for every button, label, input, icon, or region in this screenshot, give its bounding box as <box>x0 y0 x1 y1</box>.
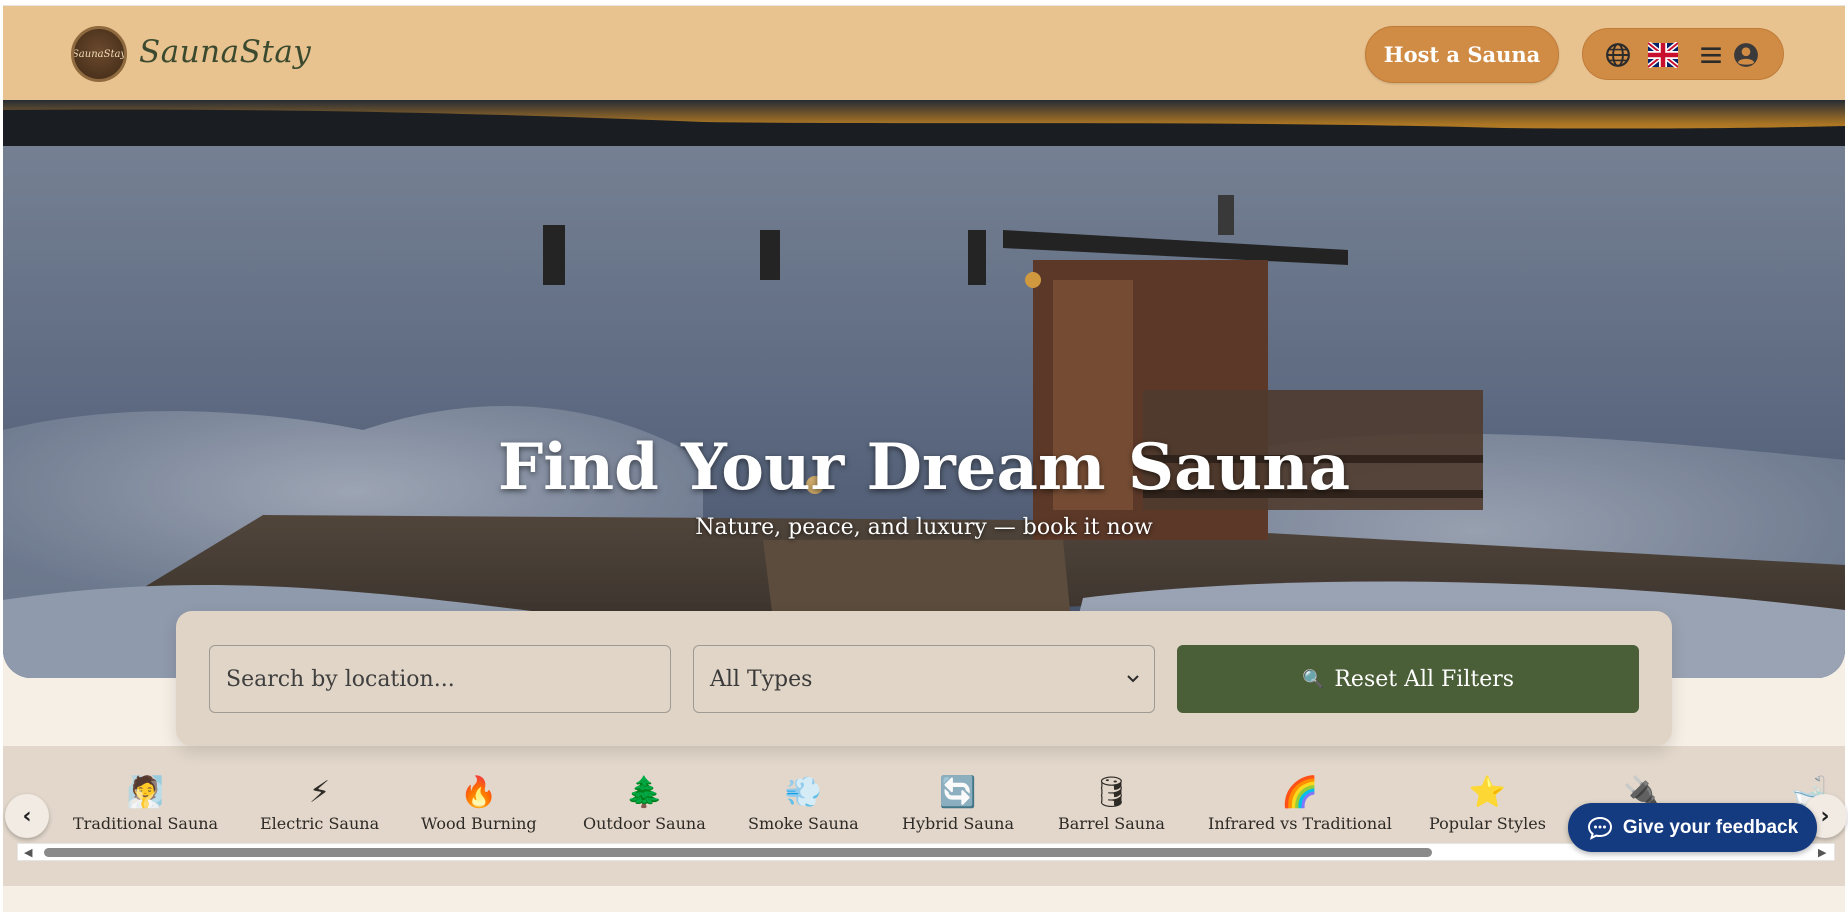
carousel-prev-button[interactable]: ‹ <box>5 794 49 838</box>
hero-subtitle: Nature, peace, and luxury — book it now <box>695 515 1153 540</box>
scroll-right-arrow-icon[interactable]: ▶ <box>1818 846 1826 859</box>
category-label: Hybrid Sauna <box>902 814 1014 833</box>
star-icon: ⭐ <box>1468 775 1507 810</box>
category-outdoor-sauna[interactable]: 🌲 Outdoor Sauna <box>583 774 706 833</box>
search-filter-panel: All Types 🔍 Reset All Filters <box>176 611 1672 746</box>
globe-icon[interactable] <box>1605 42 1631 68</box>
chevron-down-icon <box>1127 675 1139 683</box>
barrel-icon: 🛢 <box>1092 775 1131 810</box>
category-label: Smoke Sauna <box>748 814 859 833</box>
category-label: Wood Burning <box>421 814 537 833</box>
hero-title: Find Your Dream Sauna <box>497 430 1351 505</box>
brand-logo[interactable]: SaunaStay <box>71 26 127 82</box>
smoke-icon: 💨 <box>784 775 823 810</box>
fire-icon: 🔥 <box>460 775 498 810</box>
hero-banner: Find Your Dream Sauna Nature, peace, and… <box>3 100 1845 678</box>
hamburger-menu-icon[interactable] <box>1698 42 1724 68</box>
logo-text: SaunaStay <box>71 48 127 60</box>
category-popular-styles[interactable]: ⭐ Popular Styles <box>1429 774 1546 833</box>
give-feedback-button[interactable]: Give your feedback <box>1568 803 1817 852</box>
category-smoke-sauna[interactable]: 💨 Smoke Sauna <box>748 774 859 833</box>
host-a-sauna-button[interactable]: Host a Sauna <box>1365 26 1559 83</box>
cycle-icon: 🔄 <box>939 775 977 810</box>
uk-flag-icon[interactable] <box>1648 42 1678 68</box>
location-search-input[interactable] <box>226 646 670 712</box>
feedback-label: Give your feedback <box>1622 816 1799 838</box>
tree-icon: 🌲 <box>625 775 664 810</box>
reset-all-filters-button[interactable]: 🔍 Reset All Filters <box>1177 645 1639 713</box>
lightning-icon: ⚡ <box>309 775 331 810</box>
hero-background-image <box>3 100 1845 678</box>
category-electric-sauna[interactable]: ⚡ Electric Sauna <box>260 774 379 833</box>
chat-bubble-icon <box>1587 816 1612 840</box>
category-barrel-sauna[interactable]: 🛢 Barrel Sauna <box>1058 774 1165 833</box>
page: SaunaStay SaunaStay Host a Sauna Find Yo… <box>0 0 1848 912</box>
reset-filters-label: Reset All Filters <box>1334 666 1515 692</box>
search-icon: 🔍 <box>1301 668 1325 690</box>
horizontal-scrollbar[interactable]: ◀ ▶ <box>17 843 1835 861</box>
sauna-type-select[interactable]: All Types <box>693 645 1155 713</box>
category-label: Barrel Sauna <box>1058 814 1165 833</box>
sauna-type-selected-value: All Types <box>710 666 813 692</box>
category-traditional-sauna[interactable]: 🧖 Traditional Sauna <box>73 774 218 833</box>
scrollbar-thumb[interactable] <box>44 848 1432 857</box>
rainbow-icon: 🌈 <box>1281 775 1319 810</box>
category-label: Traditional Sauna <box>73 814 219 833</box>
location-search-field[interactable] <box>209 645 671 713</box>
site-header: SaunaStay SaunaStay Host a Sauna <box>3 6 1845 100</box>
category-wood-burning[interactable]: 🔥 Wood Burning <box>421 774 537 833</box>
sauna-person-icon: 🧖 <box>126 775 165 810</box>
category-label: Outdoor Sauna <box>583 814 706 833</box>
category-infrared-vs-traditional[interactable]: 🌈 Infrared vs Traditional <box>1208 774 1392 833</box>
brand-name[interactable]: SaunaStay <box>139 34 311 70</box>
page-bottom <box>3 886 1845 912</box>
category-label: Popular Styles <box>1429 814 1546 833</box>
category-hybrid-sauna[interactable]: 🔄 Hybrid Sauna <box>902 774 1014 833</box>
category-carousel: 🧖 Traditional Sauna ⚡ Electric Sauna 🔥 W… <box>3 746 1847 886</box>
category-label: Electric Sauna <box>260 814 380 833</box>
user-account-icon[interactable] <box>1733 42 1759 68</box>
category-label: Infrared vs Traditional <box>1208 814 1392 833</box>
scroll-left-arrow-icon[interactable]: ◀ <box>24 846 32 859</box>
user-menu-pill[interactable] <box>1582 28 1784 80</box>
